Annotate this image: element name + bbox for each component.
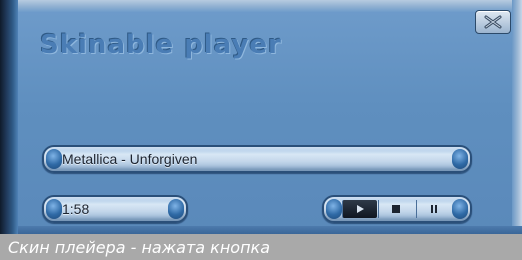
- play-icon: [357, 205, 364, 213]
- track-display: Metallica - Unforgiven: [42, 145, 472, 173]
- window-frame-right: [512, 0, 522, 234]
- time-display: 1:58: [42, 195, 188, 223]
- stop-button[interactable]: [378, 200, 413, 218]
- window-frame-bottom: [18, 226, 522, 234]
- window-frame-top: [8, 0, 522, 12]
- window-title: Skinable player: [40, 30, 282, 60]
- close-button[interactable]: [475, 10, 511, 34]
- pill-cap-left: [326, 199, 342, 219]
- window-frame-left: [0, 0, 18, 234]
- stop-icon: [392, 205, 400, 213]
- pause-button[interactable]: [416, 200, 451, 218]
- playback-controls: [322, 195, 472, 223]
- track-name: Metallica - Unforgiven: [62, 151, 198, 167]
- elapsed-time: 1:58: [62, 201, 90, 217]
- pill-cap-right: [452, 199, 468, 219]
- pill-cap-left: [46, 149, 62, 169]
- pill-cap-right: [452, 149, 468, 169]
- close-icon: [484, 15, 502, 29]
- pill-cap-left: [46, 199, 62, 219]
- player-window: Skinable player Metallica - Unforgiven 1…: [0, 0, 522, 234]
- play-button[interactable]: [342, 200, 377, 218]
- pause-icon: [431, 205, 437, 213]
- pill-cap-right: [168, 199, 184, 219]
- image-caption: Скин плейера - нажата кнопка: [0, 234, 522, 260]
